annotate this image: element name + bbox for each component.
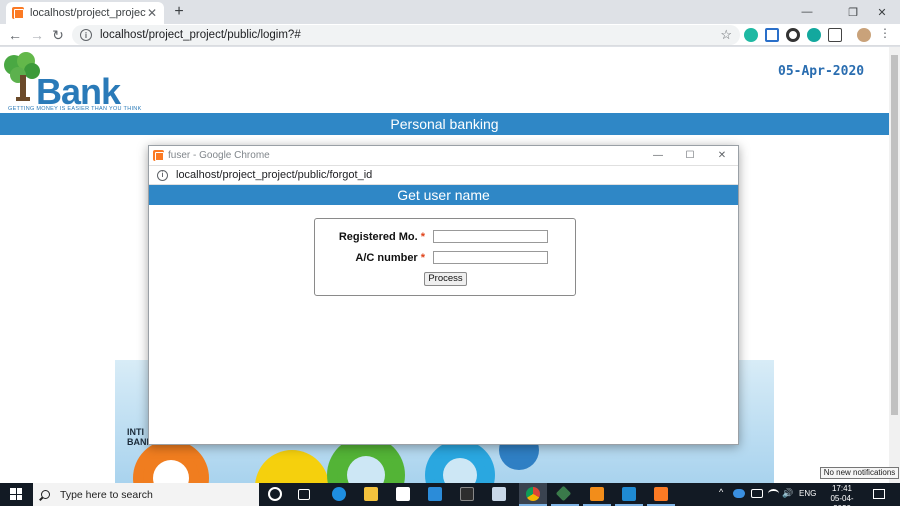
clock-date: 05-04-2020 xyxy=(830,494,854,506)
notification-tooltip: No new notifications xyxy=(820,467,899,479)
popup-window-title: fuser - Google Chrome xyxy=(168,150,270,161)
chrome-icon[interactable] xyxy=(526,487,540,501)
grammarly-extension-icon[interactable] xyxy=(744,28,758,42)
ac-number-row: A/C number * xyxy=(315,251,575,266)
store-icon[interactable] xyxy=(396,487,410,501)
bookmark-star-icon[interactable]: ☆ xyxy=(720,27,732,43)
required-asterisk: * xyxy=(420,231,425,243)
record-extension-icon[interactable] xyxy=(786,28,800,42)
back-icon[interactable]: ← xyxy=(6,26,24,44)
scrollbar-thumb[interactable] xyxy=(891,55,898,415)
page-scrollbar[interactable] xyxy=(889,47,900,483)
logo-tagline: GETTING MONEY IS EASIER THAN YOU THINK xyxy=(8,106,142,112)
notepad-icon[interactable] xyxy=(492,487,506,501)
popup-titlebar: fuser - Google Chrome — ☐ ✕ xyxy=(149,146,738,166)
language-indicator[interactable]: ENG xyxy=(799,489,816,498)
tray-overflow-chevron-icon[interactable]: ^ xyxy=(719,487,723,497)
popup-url: localhost/project_project/public/forgot_… xyxy=(176,169,373,181)
window-close-button[interactable]: ✕ xyxy=(864,0,900,24)
address-url[interactable]: localhost/project_project/public/logim?# xyxy=(100,29,720,41)
action-center-icon[interactable] xyxy=(873,489,885,499)
registered-mobile-row: Registered Mo. * xyxy=(315,230,575,245)
search-icon xyxy=(41,490,50,499)
personal-banking-bar: Personal banking xyxy=(0,113,889,135)
tab-close-icon[interactable]: ✕ xyxy=(146,6,158,20)
onedrive-icon[interactable] xyxy=(733,489,745,498)
taskbar-search-box[interactable]: Type here to search xyxy=(33,483,259,506)
windows-start-icon[interactable] xyxy=(10,488,22,500)
browser-toolbar: ← → ↻ i localhost/project_project/public… xyxy=(0,24,900,46)
wifi-icon[interactable] xyxy=(768,489,779,498)
ibank-logo: Bank GETTING MONEY IS EASIER THAN YOU TH… xyxy=(2,49,142,112)
get-user-name-header: Get user name xyxy=(149,185,738,205)
vscode-icon[interactable] xyxy=(622,487,636,501)
registered-mobile-input[interactable] xyxy=(433,230,548,243)
forward-icon[interactable]: → xyxy=(28,26,46,44)
reload-icon[interactable]: ↻ xyxy=(49,26,67,44)
mail-icon[interactable] xyxy=(428,487,442,501)
taskbar-clock[interactable]: 17:41 05-04-2020 xyxy=(826,484,858,506)
process-button[interactable]: Process xyxy=(424,272,467,286)
chrome-menu-icon[interactable]: ⋮ xyxy=(879,27,891,42)
file-explorer-icon[interactable] xyxy=(364,487,378,501)
address-bar[interactable]: i localhost/project_project/public/logim… xyxy=(72,25,740,45)
taskbar-search-placeholder: Type here to search xyxy=(60,488,153,501)
site-info-icon[interactable]: i xyxy=(157,169,168,181)
profile-avatar[interactable] xyxy=(857,28,871,42)
teal-extension-icon[interactable] xyxy=(807,28,821,42)
forgot-id-popup-window: fuser - Google Chrome — ☐ ✕ i localhost/… xyxy=(148,145,739,445)
windows-taskbar: Type here to search ^ 🔊 ENG 17:41 05-04-… xyxy=(0,483,900,506)
popup-close-button[interactable]: ✕ xyxy=(706,150,738,161)
ac-number-label: A/C number * xyxy=(355,252,425,264)
yellow-gear-icon xyxy=(255,450,329,483)
new-tab-button[interactable]: + xyxy=(170,3,188,21)
current-date: 05-Apr-2020 xyxy=(778,64,865,79)
xampp-icon[interactable] xyxy=(654,487,668,501)
sourcetree-icon[interactable] xyxy=(555,485,572,502)
edge-browser-icon[interactable] xyxy=(332,487,346,501)
battery-icon[interactable] xyxy=(751,489,763,498)
sublime-text-icon[interactable] xyxy=(590,487,604,501)
popup-minimize-button[interactable]: — xyxy=(642,150,674,161)
terminal-icon[interactable] xyxy=(460,487,474,501)
hashtag-extension-icon[interactable] xyxy=(765,28,779,42)
cortana-icon[interactable] xyxy=(268,487,282,501)
tab-title: localhost/project_project/public/ xyxy=(30,7,146,19)
xampp-favicon-icon xyxy=(153,150,164,161)
tab-strip: localhost/project_project/public/ ✕ + — … xyxy=(0,0,900,24)
task-view-icon[interactable] xyxy=(298,489,310,500)
registered-mobile-label: Registered Mo. * xyxy=(338,231,425,243)
popup-maximize-button[interactable]: ☐ xyxy=(674,150,706,161)
screen-extension-icon[interactable] xyxy=(828,28,842,42)
ac-number-input[interactable] xyxy=(433,251,548,264)
volume-icon[interactable]: 🔊 xyxy=(782,488,793,499)
clock-time: 17:41 xyxy=(831,484,853,493)
browser-tab[interactable]: localhost/project_project/public/ ✕ xyxy=(6,2,164,24)
forgot-id-form: Registered Mo. * A/C number * Process xyxy=(314,218,576,296)
window-minimize-button[interactable]: — xyxy=(789,0,825,24)
popup-address-bar: i localhost/project_project/public/forgo… xyxy=(149,166,738,185)
required-asterisk: * xyxy=(420,252,425,264)
site-info-icon[interactable]: i xyxy=(80,29,92,41)
xampp-favicon-icon xyxy=(12,7,24,19)
